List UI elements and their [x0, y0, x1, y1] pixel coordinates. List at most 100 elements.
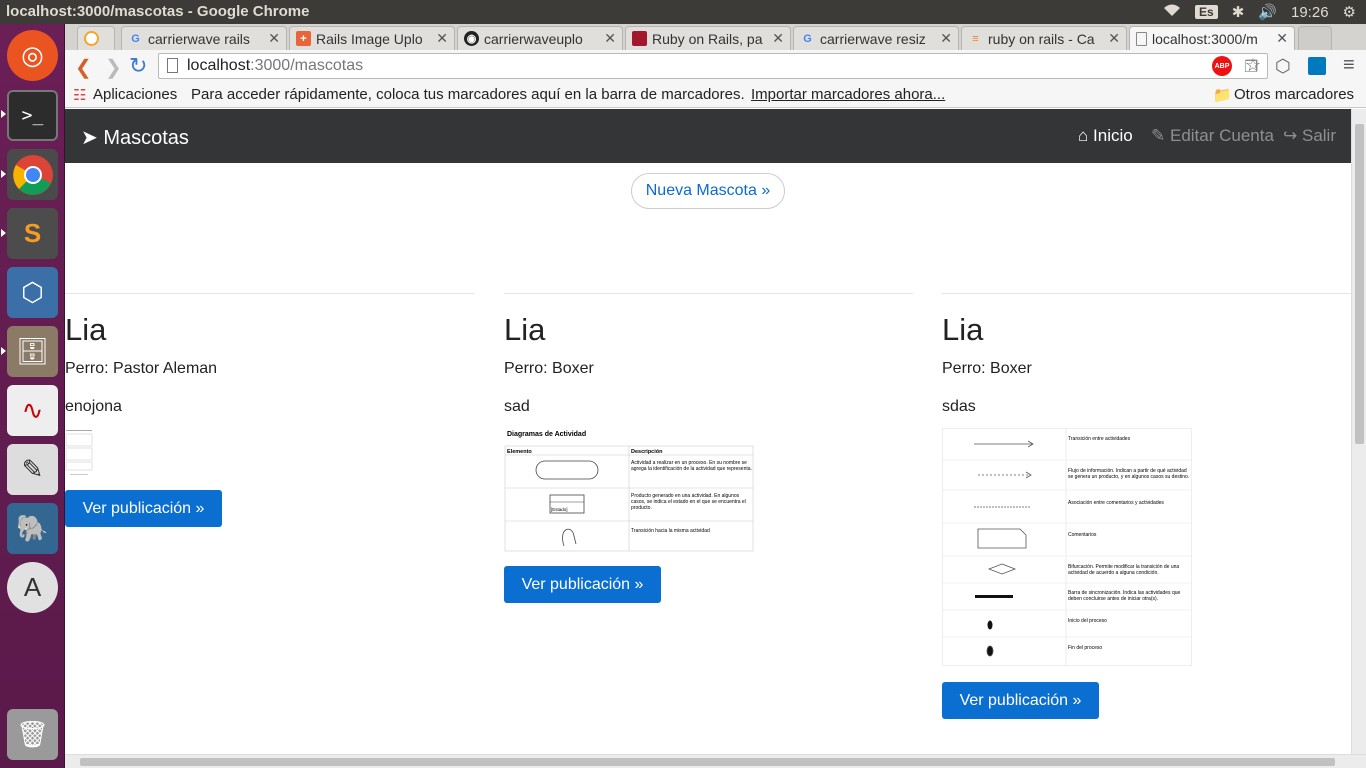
ubuntu-dash-icon[interactable]: ◎: [7, 30, 58, 81]
plus-icon: +: [296, 31, 311, 46]
settings-gear-icon[interactable]: ⚙: [1343, 3, 1356, 21]
system-top-bar: localhost:3000/mascotas - Google Chrome …: [0, 0, 1366, 24]
trello-icon[interactable]: [1308, 57, 1326, 75]
url-host: localhost: [187, 57, 251, 74]
apps-link[interactable]: Aplicaciones: [93, 86, 177, 103]
diagram-row-1: Actividad a realizar en un proceso. En s…: [631, 460, 752, 472]
pet-name: Lia: [65, 312, 107, 347]
text-editor-icon[interactable]: ✎: [7, 444, 58, 495]
virtualbox-icon[interactable]: ⬡: [7, 267, 58, 318]
stackoverflow-icon: ≡: [972, 32, 979, 45]
pet-image[interactable]: [65, 428, 93, 478]
tab-stackoverflow[interactable]: ≡ ruby on rails - Ca ✕: [961, 26, 1127, 50]
github-icon: ◉: [464, 31, 479, 46]
back-arrow-icon[interactable]: ❮: [75, 55, 92, 80]
trash-icon[interactable]: 🗑: [7, 709, 58, 760]
scrollbar-thumb[interactable]: [1355, 124, 1364, 444]
import-bookmarks-link[interactable]: Importar marcadores ahora...: [751, 86, 945, 103]
tab-ruby-on-rails[interactable]: Ruby on Rails, pa ✕: [625, 26, 791, 50]
tab-carrierwave-rails[interactable]: Gcarrierwave rails ✕: [121, 26, 287, 50]
legend-row-4: Comentarios: [1068, 532, 1097, 538]
legend-row-8: Fin del proceso: [1068, 645, 1103, 651]
software-updater-icon[interactable]: A: [7, 562, 58, 613]
rocket-icon: ➤: [81, 127, 98, 149]
reload-icon[interactable]: ↻: [129, 53, 147, 79]
volume-icon[interactable]: 🔊: [1258, 3, 1277, 21]
view-post-button[interactable]: Ver publicación »: [942, 682, 1099, 719]
extension-copy-icon[interactable]: ❐: [1244, 57, 1258, 77]
tab-opera[interactable]: [77, 26, 115, 50]
close-tab-icon[interactable]: ✕: [1276, 30, 1288, 47]
tab-carrierwave-resize[interactable]: Gcarrierwave resiz ✕: [793, 26, 959, 50]
pet-description: enojona: [65, 398, 122, 415]
tab-rails-image-upload[interactable]: + Rails Image Uplo ✕: [289, 26, 455, 50]
nav-logout[interactable]: ↪ Salir: [1283, 126, 1336, 146]
pet-name: Lia: [942, 312, 984, 347]
opera-icon: [84, 31, 99, 46]
close-tab-icon[interactable]: ✕: [604, 30, 616, 47]
chrome-icon[interactable]: [7, 149, 58, 200]
pet-type: Perro: Boxer: [504, 360, 594, 377]
new-pet-button[interactable]: Nueva Mascota »: [631, 173, 785, 209]
pet-card: Lia Perro: Pastor Aleman enojona Ver pub…: [65, 293, 474, 527]
sublime-text-icon[interactable]: S: [7, 208, 58, 259]
bookmarks-bar: ☷ Aplicaciones Para acceder rápidamente,…: [65, 82, 1366, 108]
address-bar[interactable]: localhost:3000/mascotas ☆: [158, 53, 1268, 79]
ruby-icon: [632, 31, 647, 46]
adblock-icon[interactable]: ABP: [1212, 56, 1232, 76]
page-icon: [167, 58, 178, 73]
vertical-scrollbar[interactable]: [1351, 109, 1366, 754]
pet-description: sad: [504, 398, 530, 415]
page-viewport: ➤ Mascotas ⌂ Inicio ✎ Editar Cuenta ↪ Sa…: [65, 109, 1351, 754]
scrollbar-thumb[interactable]: [80, 758, 1335, 766]
other-bookmarks[interactable]: Otros marcadores: [1234, 86, 1354, 103]
close-tab-icon[interactable]: ✕: [436, 30, 448, 47]
horizontal-scrollbar[interactable]: [65, 754, 1366, 768]
diagram-col-description: Descripción: [631, 449, 663, 455]
postgresql-icon[interactable]: 🐘: [7, 503, 58, 554]
apps-grid-icon[interactable]: ☷: [73, 86, 86, 104]
terminal-icon[interactable]: >_: [7, 90, 58, 141]
pdf-reader-icon[interactable]: ∿: [7, 385, 58, 436]
view-post-button[interactable]: Ver publicación »: [65, 490, 222, 527]
tab-carrierwaveuploader[interactable]: ◉ carrierwaveuplo ✕: [457, 26, 623, 50]
legend-row-1: Transición entre actividades: [1068, 436, 1131, 442]
pet-type: Perro: Pastor Aleman: [65, 360, 218, 377]
nav-edit-account[interactable]: ✎ Editar Cuenta: [1151, 126, 1274, 146]
site-navbar: ➤ Mascotas ⌂ Inicio ✎ Editar Cuenta ↪ Sa…: [65, 109, 1351, 163]
tab-localhost-mascotas[interactable]: localhost:3000/m ✕: [1129, 26, 1295, 50]
close-tab-icon[interactable]: ✕: [940, 30, 952, 47]
pet-name: Lia: [504, 312, 546, 347]
extension-cube-icon[interactable]: ⬡: [1275, 56, 1291, 77]
wifi-icon[interactable]: [1163, 3, 1181, 21]
close-tab-icon[interactable]: ✕: [772, 30, 784, 47]
keyboard-layout-indicator[interactable]: Es: [1195, 5, 1218, 19]
close-tab-icon[interactable]: ✕: [268, 30, 280, 47]
file-manager-icon[interactable]: 🗄: [7, 326, 58, 377]
forward-arrow-icon[interactable]: ❯: [105, 55, 122, 80]
home-icon: ⌂: [1078, 126, 1089, 145]
diagram-title: Diagramas de Actividad: [507, 431, 586, 438]
close-tab-icon[interactable]: ✕: [1108, 30, 1120, 47]
view-post-button[interactable]: Ver publicación »: [504, 566, 661, 603]
legend-row-2: Flujo de información. Indican a partir d…: [1068, 468, 1190, 480]
new-tab-button[interactable]: [1298, 26, 1332, 50]
pet-image[interactable]: Transición entre actividades Flujo de in…: [942, 428, 1192, 666]
window-title: localhost:3000/mascotas - Google Chrome: [6, 3, 310, 20]
tab-strip: Gcarrierwave rails ✕ + Rails Image Uplo ✕ ◉…: [65, 24, 1366, 50]
pet-card: Lia Perro: Boxer sdas Transición entre a…: [942, 293, 1351, 719]
legend-row-7: Inicio del proceso: [1068, 618, 1107, 624]
pet-description: sdas: [942, 398, 976, 415]
nav-home[interactable]: ⌂ Inicio: [1078, 126, 1133, 146]
brand-link[interactable]: ➤ Mascotas: [81, 125, 189, 150]
legend-row-3: Asociación entre comentarios y actividad…: [1068, 500, 1164, 506]
menu-icon[interactable]: ≡: [1343, 54, 1355, 77]
google-icon: G: [131, 32, 140, 45]
diagram-row-2: Producto generado en una actividad. En a…: [631, 493, 746, 511]
pet-card: Lia Perro: Boxer sad Diagramas de Activi…: [504, 293, 913, 603]
url-path: :3000/mascotas: [250, 57, 364, 74]
bluetooth-icon[interactable]: ✱: [1232, 3, 1245, 21]
clock[interactable]: 19:26: [1291, 4, 1329, 21]
diagram-row-3: Transición hacia la misma actividad: [631, 528, 710, 534]
pet-image[interactable]: Diagramas de Actividad Elemento Descripc…: [504, 428, 754, 552]
